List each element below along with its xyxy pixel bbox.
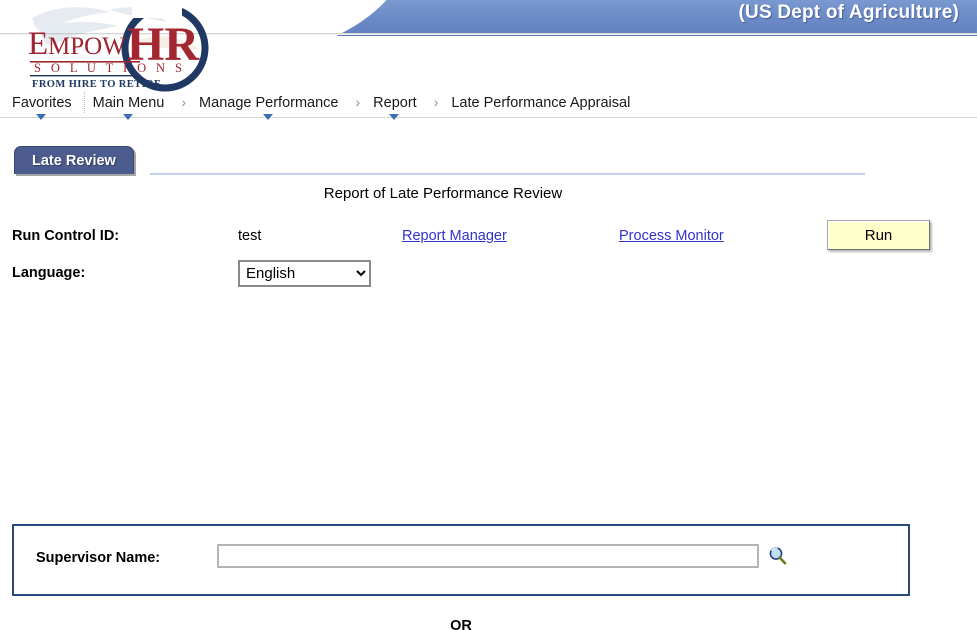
supervisor-group-box: Supervisor Name:: [12, 524, 910, 596]
breadcrumb-separator-icon: ›: [181, 94, 187, 110]
svg-text:S O L U T I O N S: S O L U T I O N S: [34, 61, 185, 75]
or-separator-text: OR: [450, 618, 472, 630]
tab-label: Late Review: [32, 152, 116, 169]
report-manager-link[interactable]: Report Manager: [402, 228, 507, 244]
language-select[interactable]: English: [238, 260, 371, 287]
process-monitor-link[interactable]: Process Monitor: [619, 228, 724, 244]
empowhr-logo[interactable]: E MPOW HR S O L U T I O N S FROM HIRE TO…: [14, 2, 250, 92]
supervisor-name-label: Supervisor Name:: [36, 550, 161, 566]
supervisor-name-lookup-icon[interactable]: [768, 546, 787, 565]
breadcrumb-label: Manage Performance: [199, 95, 339, 111]
chevron-down-icon: [388, 114, 399, 120]
run-control-row: Run Control ID: test Report Manager Proc…: [12, 220, 962, 252]
page-header: (US Dept of Agriculture) E MPOW HR S O L…: [0, 0, 977, 92]
chevron-down-icon: [262, 114, 273, 120]
breadcrumb-item-manage-performance[interactable]: Manage Performance: [191, 92, 350, 120]
supervisor-name-input[interactable]: [217, 544, 759, 568]
agency-title: (US Dept of Agriculture): [738, 2, 959, 23]
page-title: Report of Late Performance Review: [323, 185, 563, 202]
run-control-id-label: Run Control ID:: [12, 228, 120, 244]
svg-text:FROM HIRE TO RETIRE: FROM HIRE TO RETIRE: [32, 79, 161, 90]
tab-strip: Late Review: [0, 146, 977, 180]
breadcrumb-label: Report: [373, 95, 417, 111]
svg-text:E: E: [28, 26, 48, 62]
run-control-id-value: test: [238, 228, 262, 244]
breadcrumb: Favorites Main Menu › Manage Performance…: [0, 92, 977, 120]
language-label: Language:: [12, 265, 86, 281]
breadcrumb-separator-icon: ›: [433, 94, 439, 110]
chevron-down-icon: [122, 114, 133, 120]
breadcrumb-item-favorites[interactable]: Favorites: [4, 92, 85, 120]
run-button[interactable]: Run: [827, 220, 930, 250]
svg-text:MPOW: MPOW: [48, 33, 126, 60]
breadcrumb-item-late-performance-appraisal[interactable]: Late Performance Appraisal: [443, 92, 642, 113]
tab-underline: [150, 173, 865, 175]
chevron-down-icon: [35, 114, 46, 120]
tab-late-review[interactable]: Late Review: [14, 146, 134, 174]
breadcrumb-separator-icon: ›: [355, 94, 361, 110]
breadcrumb-item-main-menu[interactable]: Main Menu: [85, 92, 177, 120]
breadcrumb-label: Main Menu: [92, 95, 165, 111]
breadcrumb-item-report[interactable]: Report: [365, 92, 429, 120]
breadcrumb-label: Favorites: [12, 95, 72, 111]
breadcrumb-label: Late Performance Appraisal: [451, 95, 631, 111]
